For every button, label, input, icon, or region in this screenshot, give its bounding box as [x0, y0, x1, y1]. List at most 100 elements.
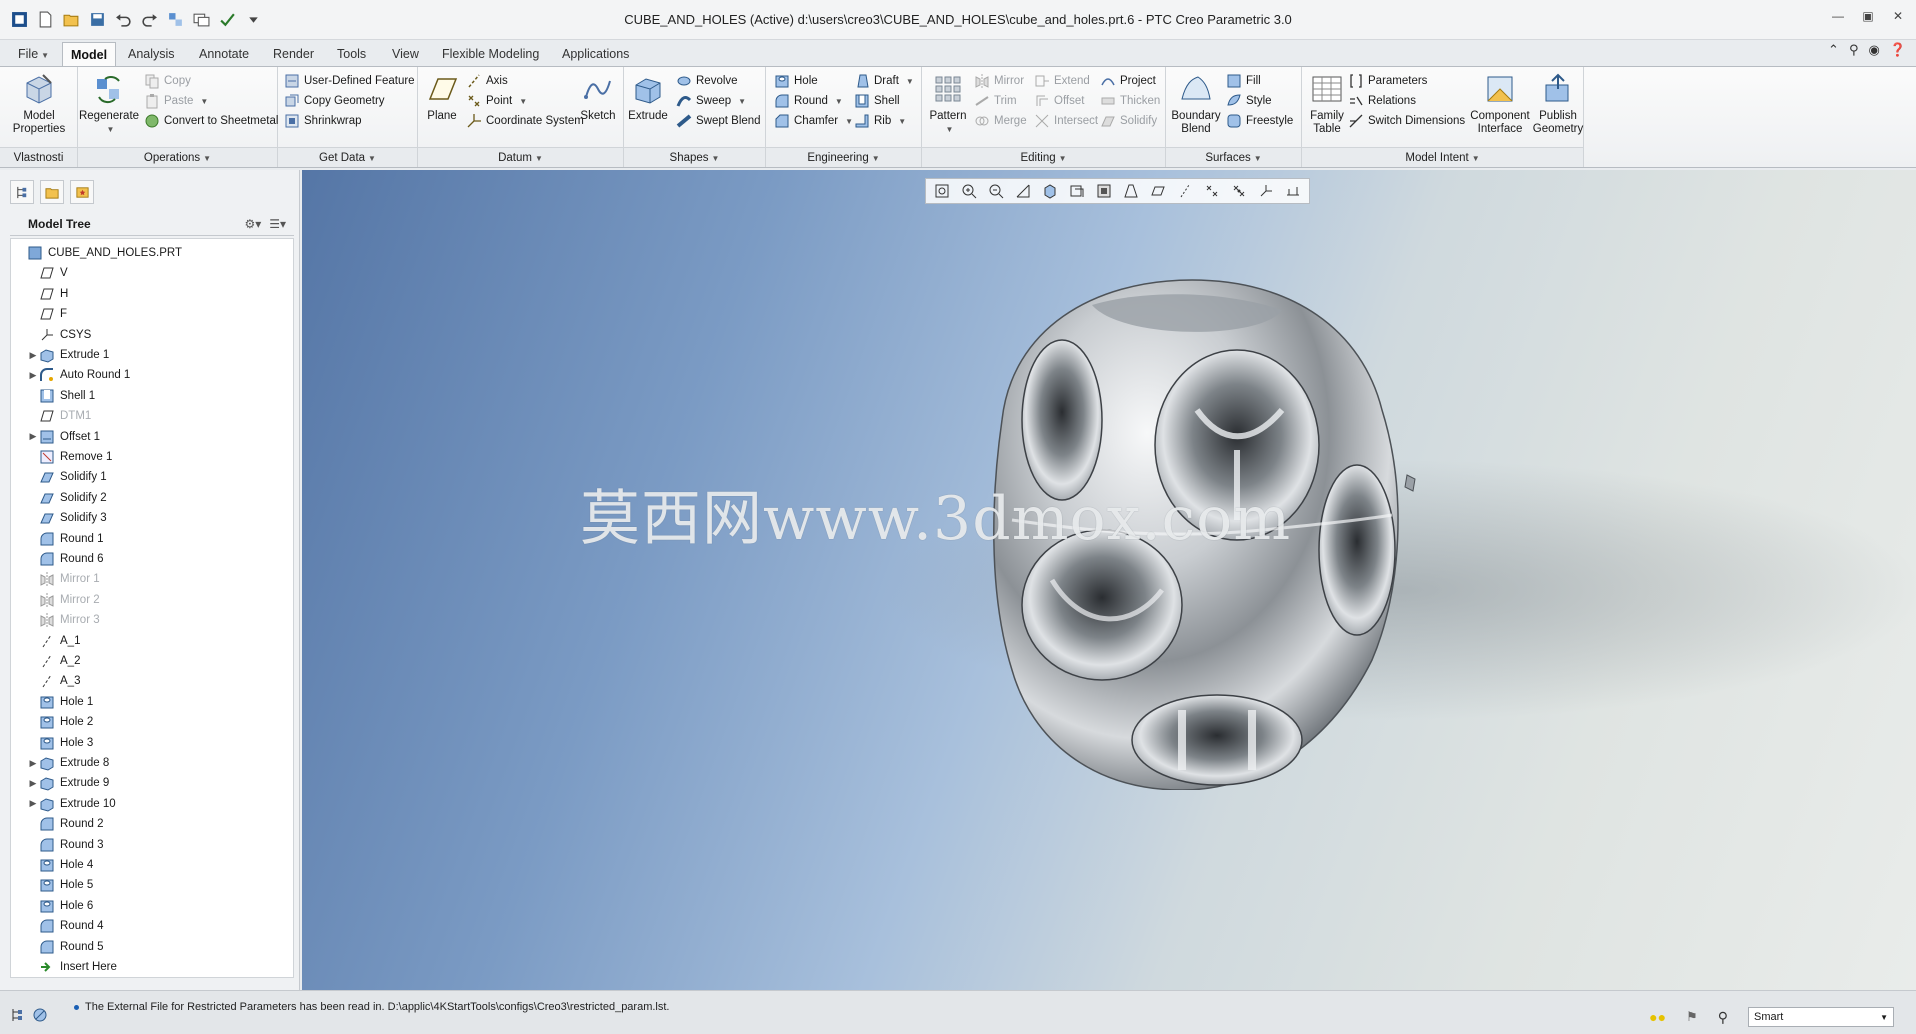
extend-button[interactable]: Extend — [1034, 71, 1090, 91]
expand-arrow-icon[interactable]: ▶ — [27, 431, 39, 442]
tree-item[interactable]: Mirror 2 — [27, 590, 100, 610]
tree-item[interactable]: Round 3 — [27, 835, 103, 855]
tree-item[interactable]: ▶ Extrude 9 — [27, 773, 109, 793]
expand-arrow-icon[interactable]: ▶ — [27, 798, 39, 809]
search-icon[interactable]: ⚲ — [1849, 42, 1859, 58]
tree-item[interactable]: F — [27, 304, 67, 324]
swept-blend-button[interactable]: Swept Blend — [676, 111, 761, 131]
parameters-button[interactable]: Parameters — [1348, 71, 1427, 91]
maximize-icon[interactable]: ▣ — [1860, 8, 1876, 24]
group-label[interactable]: Engineering ▼ — [766, 147, 921, 167]
tree-item[interactable]: Hole 4 — [27, 855, 93, 875]
tab-annotate[interactable]: Annotate — [191, 42, 257, 66]
intersect-button[interactable]: Intersect — [1034, 111, 1098, 131]
tab-model[interactable]: Model — [62, 42, 117, 66]
shell-button[interactable]: Shell — [854, 91, 900, 111]
point-button[interactable]: Point ▼ — [466, 91, 527, 111]
chamfer-button[interactable]: Chamfer ▼ — [774, 111, 853, 131]
tree-item[interactable]: Hole 2 — [27, 712, 93, 732]
sketch-button[interactable]: Sketch — [576, 71, 620, 123]
regeneration-status-icon[interactable]: ●● — [1649, 1009, 1666, 1025]
selection-filter[interactable]: Smart ▼ — [1748, 1007, 1894, 1027]
merge-button[interactable]: Merge — [974, 111, 1027, 131]
view-manager-icon[interactable] — [1091, 181, 1117, 201]
group-label[interactable]: Datum ▼ — [418, 147, 623, 167]
tree-item[interactable]: ▶ Extrude 8 — [27, 753, 109, 773]
style-button[interactable]: Style — [1226, 91, 1272, 111]
tree-item[interactable]: DTM1 — [27, 406, 91, 426]
datum-display-icon[interactable] — [1145, 181, 1171, 201]
regenerate-button[interactable]: Regenerate ▼ — [78, 71, 140, 136]
component-interface-button[interactable]: Component Interface — [1470, 71, 1530, 136]
axis-button[interactable]: Axis — [466, 71, 508, 91]
hole-button[interactable]: Hole — [774, 71, 818, 91]
close-window-icon[interactable]: ✕ — [1890, 8, 1906, 24]
relations-button[interactable]: Relations — [1348, 91, 1416, 111]
tree-settings-icon[interactable]: ⚙▾ — [244, 217, 261, 231]
model-properties-button[interactable]: Model Properties — [8, 71, 70, 136]
tab-tools[interactable]: Tools — [329, 42, 374, 66]
revolve-button[interactable]: Revolve — [676, 71, 738, 91]
draft-button[interactable]: Draft ▼ — [854, 71, 914, 91]
freestyle-button[interactable]: Freestyle — [1226, 111, 1293, 131]
trim-button[interactable]: Trim — [974, 91, 1017, 111]
expand-arrow-icon[interactable]: ▶ — [27, 350, 39, 361]
display-style-icon[interactable] — [1037, 181, 1063, 201]
tree-item[interactable]: A_1 — [27, 631, 80, 651]
tree-item[interactable]: CSYS — [27, 325, 91, 345]
tree-item[interactable]: A_2 — [27, 651, 80, 671]
plane-display-icon[interactable] — [1172, 181, 1198, 201]
pattern-button[interactable]: Pattern ▼ — [926, 71, 970, 136]
help-icon[interactable]: ❓ — [1890, 42, 1906, 58]
tree-item[interactable]: ▶ Extrude 1 — [27, 345, 109, 365]
tree-item[interactable]: H — [27, 284, 68, 304]
tree-item[interactable]: ▶ Offset 1 — [27, 427, 100, 447]
tree-item[interactable]: Shell 1 — [27, 386, 95, 406]
fill-button[interactable]: Fill — [1226, 71, 1261, 91]
copy-button[interactable]: Copy — [144, 71, 191, 91]
tree-item[interactable]: CUBE_AND_HOLES.PRT — [15, 243, 182, 263]
thicken-button[interactable]: Thicken — [1100, 91, 1160, 111]
mirror-button[interactable]: Mirror — [974, 71, 1024, 91]
project-button[interactable]: Project — [1100, 71, 1156, 91]
tab-flexible-modeling[interactable]: Flexible Modeling — [434, 42, 547, 66]
group-label[interactable]: Get Data ▼ — [278, 147, 417, 167]
shrinkwrap-button[interactable]: Shrinkwrap — [284, 111, 362, 131]
tree-item[interactable]: Round 5 — [27, 937, 103, 957]
show-navigator-icon[interactable] — [10, 1007, 26, 1026]
group-label[interactable]: Surfaces ▼ — [1166, 147, 1301, 167]
tree-item[interactable]: A_3 — [27, 671, 80, 691]
sweep-button[interactable]: Sweep ▼ — [676, 91, 746, 111]
saved-orientations-icon[interactable] — [1064, 181, 1090, 201]
tree-columns-icon[interactable]: ☰▾ — [269, 217, 286, 231]
group-label[interactable]: Shapes ▼ — [624, 147, 765, 167]
collapse-ribbon-icon[interactable]: ⌃ — [1828, 42, 1839, 58]
tree-item[interactable]: V — [27, 263, 68, 283]
tab-view[interactable]: View — [384, 42, 427, 66]
axis-display-icon[interactable] — [1199, 181, 1225, 201]
expand-arrow-icon[interactable]: ▶ — [27, 370, 39, 381]
family-table-button[interactable]: Family Table — [1306, 71, 1348, 136]
group-label[interactable]: Editing ▼ — [922, 147, 1165, 167]
zoom-in-icon[interactable] — [956, 181, 982, 201]
tree-item[interactable]: Solidify 2 — [27, 488, 107, 508]
switch-dimensions-button[interactable]: Switch Dimensions — [1348, 111, 1465, 131]
graphics-viewport[interactable]: 莫西网www.3dmox.com — [302, 170, 1916, 990]
community-icon[interactable]: ◉ — [1868, 42, 1879, 58]
tree-item[interactable]: Remove 1 — [27, 447, 112, 467]
tree-item[interactable]: Hole 5 — [27, 875, 93, 895]
tab-file[interactable]: File ▼ — [10, 42, 57, 66]
tree-item[interactable]: Round 1 — [27, 529, 103, 549]
plane-button[interactable]: Plane — [422, 71, 462, 123]
paste-button[interactable]: Paste ▼ — [144, 91, 208, 111]
publish-geometry-button[interactable]: Publish Geometry — [1532, 71, 1584, 136]
tree-item[interactable]: Mirror 3 — [27, 610, 100, 630]
tree-item[interactable]: Hole 3 — [27, 733, 93, 753]
tab-render[interactable]: Render — [265, 42, 322, 66]
tree-item[interactable]: ▶ Extrude 10 — [27, 794, 116, 814]
perspective-icon[interactable] — [1118, 181, 1144, 201]
find-icon[interactable]: ⚲ — [1718, 1009, 1728, 1026]
tree-item[interactable]: Hole 6 — [27, 896, 93, 916]
point-display-icon[interactable] — [1226, 181, 1252, 201]
annotation-display-icon[interactable] — [1280, 181, 1306, 201]
